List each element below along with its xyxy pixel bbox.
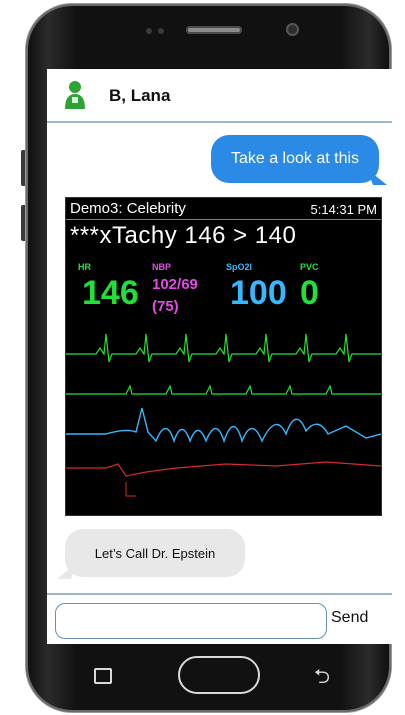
nbp-value: 102/69 bbox=[152, 276, 198, 293]
pvc-value: 0 bbox=[300, 274, 319, 312]
sensor-dot bbox=[146, 28, 152, 34]
earpiece-speaker bbox=[186, 26, 242, 34]
monitor-alarm: ***xTachy 146 > 140 bbox=[70, 222, 297, 249]
recent-apps-icon[interactable] bbox=[94, 668, 112, 684]
sensor-dot bbox=[158, 28, 164, 34]
chat-screen: B, Lana Take a look at this Demo3: Celeb… bbox=[47, 69, 392, 644]
incoming-message: Let’s Call Dr. Epstein bbox=[65, 529, 245, 577]
spo2-label: SpO2l bbox=[226, 262, 253, 272]
nbp-mean: (75) bbox=[152, 298, 179, 315]
patient-monitor-image[interactable]: Demo3: Celebrity 5:14:31 PM ***xTachy 14… bbox=[65, 197, 382, 516]
nbp-label: NBP bbox=[152, 262, 172, 272]
phone-top-bezel bbox=[46, 18, 370, 68]
home-button[interactable] bbox=[178, 656, 260, 694]
back-icon[interactable]: ⮌ bbox=[314, 662, 330, 696]
chat-header: B, Lana bbox=[47, 69, 392, 123]
spo2-value: 100 bbox=[230, 274, 287, 312]
avatar-icon bbox=[65, 81, 85, 109]
monitor-divider bbox=[66, 219, 381, 220]
front-camera bbox=[286, 23, 299, 36]
send-button[interactable]: Send bbox=[331, 609, 368, 627]
outgoing-message: Take a look at this bbox=[211, 135, 379, 183]
hr-value: 146 bbox=[82, 274, 139, 312]
pvc-label: PVC bbox=[300, 262, 319, 272]
message-input[interactable] bbox=[55, 603, 327, 639]
monitor-title: Demo3: Celebrity bbox=[70, 200, 186, 217]
monitor-waveforms bbox=[66, 333, 381, 497]
monitor-time: 5:14:31 PM bbox=[310, 202, 378, 217]
android-navigation-bar: ⮌ bbox=[46, 648, 370, 708]
contact-name: B, Lana bbox=[109, 86, 171, 105]
hr-label: HR bbox=[78, 262, 91, 272]
message-composer: Send bbox=[47, 593, 392, 647]
